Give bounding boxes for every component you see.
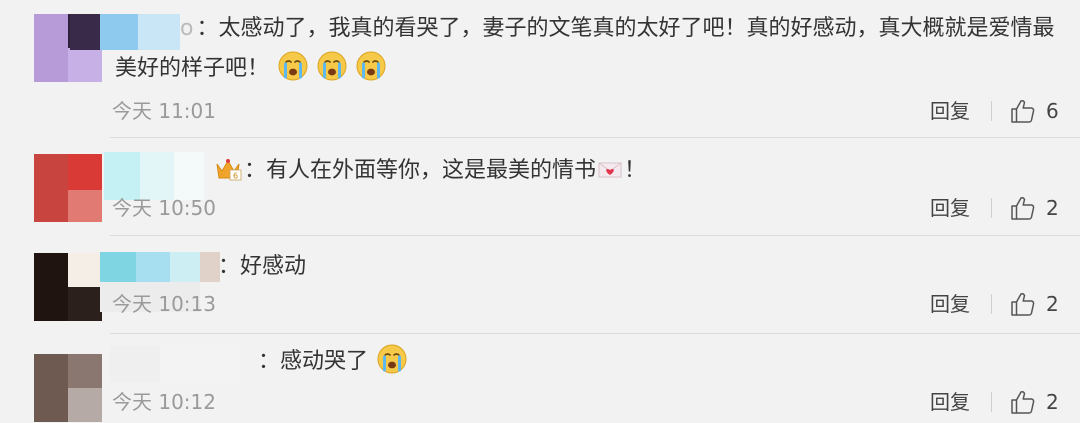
reply-button[interactable]: 回复 — [930, 390, 970, 414]
crying-emoji-icon — [317, 51, 347, 81]
comment-item: o ：太感动了，我真的看哭了，妻子的文笔真的太好了吧！真的好感动，真大概就是爱情最… — [0, 0, 1080, 138]
action-divider — [991, 392, 992, 412]
like-button[interactable]: 2 — [1010, 195, 1059, 221]
thumbs-up-icon — [1010, 195, 1036, 221]
comment-item: ：感动哭了 今天 10:12 回复 2 — [0, 334, 1080, 423]
like-count: 2 — [1046, 390, 1059, 414]
like-count: 6 — [1046, 99, 1059, 123]
comment-text: 6 ：有人在外面等你，这是最美的情书 ！ — [214, 154, 646, 188]
comment-text: o ：太感动了，我真的看哭了，妻子的文笔真的太好了吧！真的好感动，真大概就是爱情最 — [115, 12, 1054, 46]
avatar[interactable] — [34, 253, 102, 321]
comment-text-line1: ：太感动了，我真的看哭了，妻子的文笔真的太好了吧！真的好感动，真大概就是爱情最 — [196, 16, 1055, 41]
thumbs-up-icon — [1010, 98, 1036, 124]
action-divider — [991, 198, 992, 218]
comment-text: ：感动哭了 — [258, 349, 369, 374]
comment-item: ：好感动 今天 10:13 回复 2 — [0, 236, 1080, 334]
username-mosaic[interactable] — [110, 346, 240, 382]
like-count: 2 — [1046, 292, 1059, 316]
crying-emoji-icon — [377, 344, 407, 374]
comment-text-before: ：有人在外面等你，这是最美的情书 — [244, 158, 597, 183]
crown-badge-icon: 6 — [216, 159, 242, 181]
avatar[interactable] — [34, 154, 102, 222]
comment-text-line2-row: 美好的样子吧！ — [115, 51, 386, 86]
comment-time: 今天 11:01 — [112, 99, 216, 123]
comment-text-line2: 美好的样子吧！ — [115, 56, 270, 81]
crying-emoji-icon — [356, 51, 386, 81]
action-divider — [991, 294, 992, 314]
comment-text: ：好感动 — [218, 250, 306, 284]
action-divider — [991, 101, 992, 121]
love-letter-icon — [598, 162, 622, 178]
like-button[interactable]: 2 — [1010, 291, 1059, 317]
like-button[interactable]: 2 — [1010, 389, 1059, 415]
username-mosaic[interactable] — [104, 152, 204, 200]
crying-emoji-icon — [278, 51, 308, 81]
thumbs-up-icon — [1010, 291, 1036, 317]
reply-button[interactable]: 回复 — [930, 99, 970, 123]
comment-text: ：好感动 — [218, 254, 307, 279]
thumbs-up-icon — [1010, 389, 1036, 415]
comment-text: ：感动哭了 — [258, 344, 407, 379]
comment-time: 今天 10:50 — [112, 196, 216, 220]
svg-text:6: 6 — [233, 172, 238, 181]
comment-time: 今天 10:12 — [112, 390, 216, 414]
reply-button[interactable]: 回复 — [930, 196, 970, 220]
reply-button[interactable]: 回复 — [930, 292, 970, 316]
comment-item: 6 ：有人在外面等你，这是最美的情书 ！ 今天 10:50 回复 2 — [0, 138, 1080, 236]
like-button[interactable]: 6 — [1010, 98, 1059, 124]
like-count: 2 — [1046, 196, 1059, 220]
username-suffix[interactable]: o — [180, 16, 193, 41]
comment-time: 今天 10:13 — [112, 292, 216, 316]
comment-text-after: ！ — [624, 158, 647, 183]
avatar[interactable] — [34, 354, 102, 422]
